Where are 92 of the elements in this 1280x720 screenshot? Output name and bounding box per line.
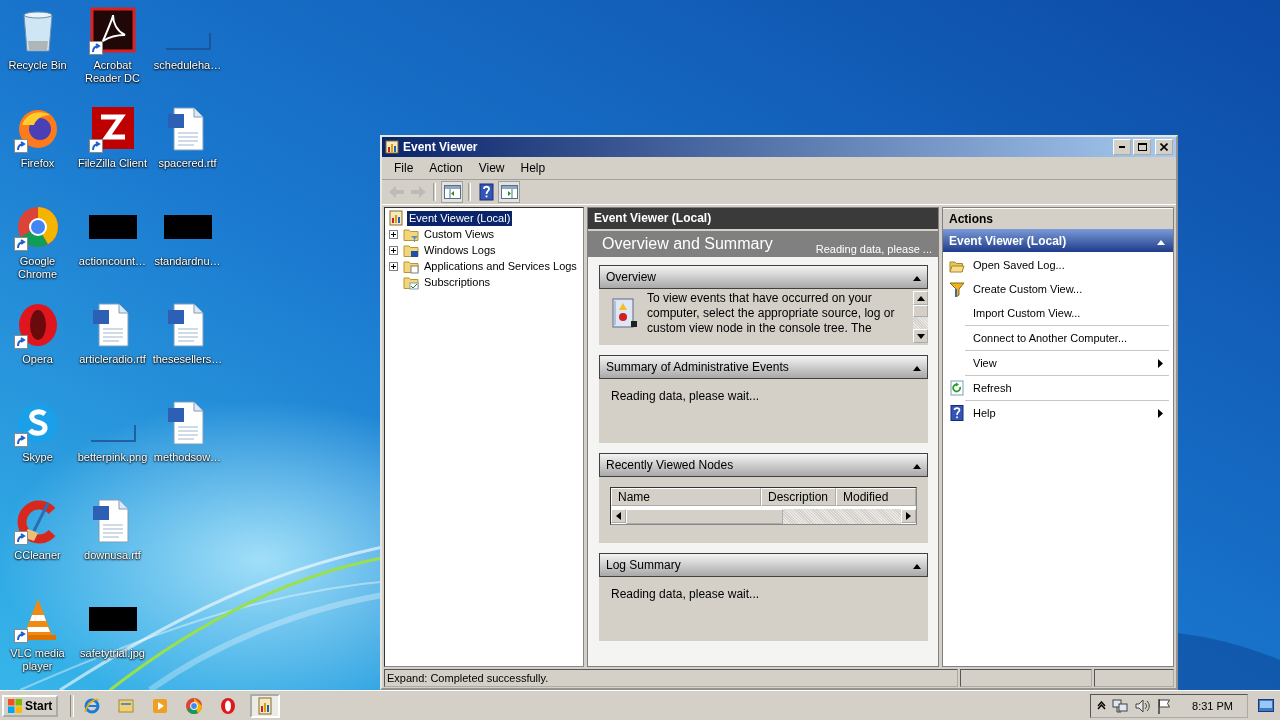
clock[interactable]: 8:31 PM: [1192, 699, 1233, 712]
network-icon[interactable]: [1112, 697, 1129, 714]
event-viewer-icon: [256, 696, 275, 715]
tree-item[interactable]: Subscriptions: [422, 274, 493, 290]
column-header[interactable]: Name: [611, 488, 761, 506]
desktop-icon-label[interactable]: Recycle Bin: [8, 59, 67, 72]
start-button[interactable]: Start: [2, 694, 59, 717]
task-link[interactable]: View: [965, 350, 1169, 375]
task-link[interactable]: Import Custom View...: [943, 301, 1173, 325]
folder-icon: [117, 696, 136, 715]
vertical-scrollbar[interactable]: [913, 291, 928, 343]
loading-status: Reading data, please ...: [815, 242, 932, 257]
close-button[interactable]: [1155, 139, 1173, 155]
task-link[interactable]: Help: [965, 400, 1169, 425]
banner-title: Overview and Summary: [602, 234, 773, 254]
section-header[interactable]: Overview: [599, 265, 928, 289]
section-header[interactable]: Log Summary: [599, 553, 928, 577]
overview-text: To view events that have occurred on your computer, select the appropriate source, log or custom view node in the console tree. The: [647, 291, 896, 336]
desktop-icon-label[interactable]: standardnu…: [154, 255, 221, 268]
pane-header: Actions: [943, 208, 1173, 229]
desktop-icon-label[interactable]: spacered.rtf: [158, 157, 217, 170]
flag-icon[interactable]: [1156, 697, 1173, 714]
menu-item[interactable]: File: [386, 159, 422, 177]
column-header[interactable]: Modified: [836, 488, 916, 506]
refresh-icon: [949, 380, 965, 396]
section-header[interactable]: Summary of Administrative Events: [599, 355, 928, 379]
task-link[interactable]: Connect to Another Computer...: [965, 325, 1169, 350]
caret-up-icon: [913, 276, 921, 281]
taskbar-app-button[interactable]: [250, 693, 281, 718]
caret-up-icon: [1157, 239, 1165, 245]
column-header[interactable]: Description: [761, 488, 836, 506]
close-icon: [1160, 143, 1168, 151]
show-desktop-button[interactable]: [1258, 698, 1274, 713]
show-hidden-icons[interactable]: [1097, 701, 1107, 710]
volume-icon[interactable]: [1134, 697, 1151, 714]
loading-message: Reading data, please wait...: [610, 388, 761, 405]
minimize-button[interactable]: [1113, 139, 1131, 155]
caret-up-icon: [913, 464, 921, 469]
desktop-icon-label[interactable]: actioncount…: [78, 255, 147, 268]
desktop-icon[interactable]: [88, 7, 137, 55]
folder-icon: [403, 242, 419, 258]
windows-logo-icon: [8, 698, 22, 713]
folder-icon: [403, 258, 419, 274]
desktop-icon-label[interactable]: thesesellers…: [152, 353, 223, 366]
task-link[interactable]: Create Custom View...: [943, 277, 1173, 301]
horizontal-scrollbar[interactable]: [611, 509, 916, 524]
chrome-icon: [185, 696, 204, 715]
folder-icon: [403, 226, 419, 242]
caret-up-icon: [913, 564, 921, 569]
media-player-icon: [151, 696, 170, 715]
caret-left-icon: [616, 512, 621, 520]
caret-right-icon: [906, 512, 911, 520]
tree-item[interactable]: Event Viewer (Local): [407, 210, 513, 226]
pane-header: Event Viewer (Local): [588, 208, 938, 229]
tree-item[interactable]: Custom Views: [422, 226, 497, 242]
tree-item[interactable]: Windows Logs: [422, 242, 498, 258]
task-link[interactable]: Refresh: [965, 375, 1169, 400]
pane-toggle-icon[interactable]: [498, 181, 520, 203]
loading-message: Reading data, please wait...: [610, 586, 761, 603]
desktop-icon-label[interactable]: Firefox: [20, 157, 55, 170]
tree-item[interactable]: Applications and Services Logs: [422, 258, 579, 274]
desktop-icon-label[interactable]: scheduleha…: [153, 59, 222, 72]
minimize-icon: [1119, 146, 1125, 148]
expand-toggle[interactable]: [389, 229, 398, 239]
task-link[interactable]: Open Saved Log...: [943, 253, 1173, 277]
pane-toggle-icon[interactable]: [441, 181, 463, 203]
menu-item[interactable]: Action: [421, 159, 471, 177]
expand-toggle[interactable]: [389, 245, 398, 255]
caret-up-icon: [916, 295, 925, 301]
event-viewer-icon: [385, 140, 399, 154]
folder-icon: [403, 274, 419, 290]
desktop-icon-label[interactable]: Google Chrome: [0, 255, 75, 281]
browser-icon: [83, 696, 102, 715]
window-title: Event Viewer: [403, 140, 479, 154]
help-icon: [949, 405, 965, 421]
help-icon[interactable]: [476, 182, 496, 202]
maximize-icon: [1137, 143, 1147, 151]
filter-icon: [949, 281, 965, 297]
section-header[interactable]: Recently Viewed Nodes: [599, 453, 928, 477]
menu-item[interactable]: View: [470, 159, 513, 177]
menu-item[interactable]: Help: [512, 159, 554, 177]
expand-toggle[interactable]: [389, 261, 398, 271]
status-text: Expand: Completed successfully.: [384, 669, 958, 687]
desktop-icon-label[interactable]: FileZilla Client: [77, 157, 148, 170]
caret-up-icon: [913, 366, 921, 371]
opera-icon: [219, 696, 238, 715]
action-group-header[interactable]: Event Viewer (Local): [943, 229, 1173, 252]
event-viewer-icon: [388, 210, 404, 226]
log-book-icon: [609, 297, 639, 331]
desktop-icon-label[interactable]: Acrobat Reader DC: [75, 59, 150, 85]
caret-down-icon: [916, 333, 925, 339]
maximize-button[interactable]: [1133, 139, 1151, 155]
